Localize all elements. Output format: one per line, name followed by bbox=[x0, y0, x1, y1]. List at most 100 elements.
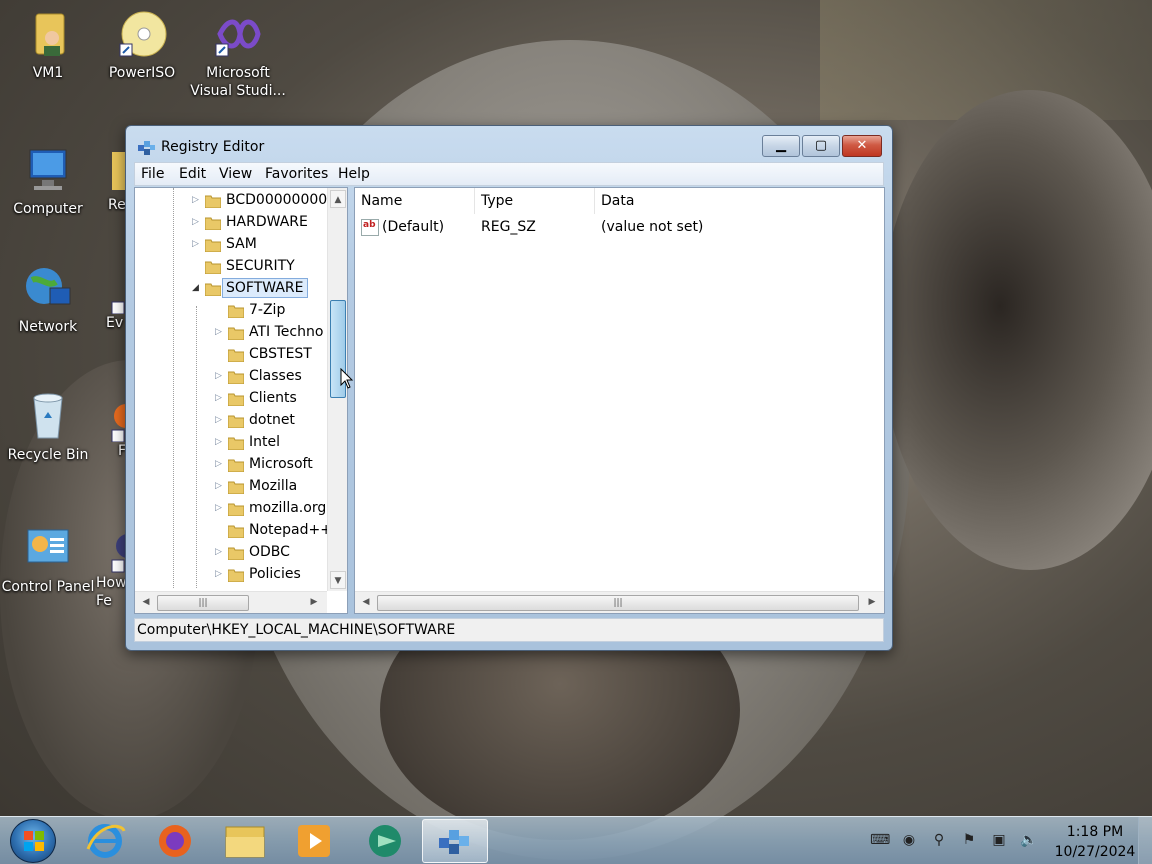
start-button[interactable] bbox=[10, 819, 56, 863]
clock-date: 10/27/2024 bbox=[1054, 844, 1136, 860]
tray-app-icon[interactable]: ◉ bbox=[900, 831, 918, 849]
minimize-button[interactable]: ▁ bbox=[762, 135, 800, 157]
list-hscroll-thumb[interactable]: ||| bbox=[377, 595, 859, 611]
taskbar-internet-explorer[interactable] bbox=[72, 819, 138, 863]
action-center-flag-icon[interactable]: ⚑ bbox=[960, 831, 978, 849]
media-player-icon bbox=[298, 825, 330, 857]
expand-arrow-icon[interactable]: ▷ bbox=[215, 547, 225, 559]
menu-view[interactable]: View bbox=[219, 166, 252, 182]
user-folder-icon bbox=[22, 8, 74, 60]
expand-arrow-icon[interactable]: ▷ bbox=[215, 459, 225, 471]
desktop-icon-vm1[interactable]: VM1 bbox=[0, 8, 96, 82]
folder-icon bbox=[227, 304, 245, 319]
volume-icon[interactable]: 🔈 bbox=[1020, 831, 1038, 849]
desktop-icon-f[interactable]: F bbox=[92, 390, 126, 460]
folder-icon bbox=[227, 502, 245, 517]
expand-arrow-icon[interactable]: ▷ bbox=[215, 503, 225, 515]
network-icon bbox=[22, 262, 74, 314]
taskbar-file-explorer[interactable] bbox=[212, 819, 278, 863]
desktop-icon-computer[interactable]: Computer bbox=[0, 144, 96, 218]
mouse-cursor-icon bbox=[340, 367, 354, 390]
value-row-default[interactable]: ab (Default) REG_SZ (value not set) bbox=[355, 216, 884, 240]
search-tool-icon[interactable]: ⚲ bbox=[930, 831, 948, 849]
expand-arrow-icon[interactable]: ▷ bbox=[192, 239, 202, 251]
desktop-icon-poweriso[interactable]: PowerISO bbox=[94, 8, 190, 82]
column-header-name[interactable]: Name bbox=[355, 188, 475, 214]
registry-editor-icon bbox=[439, 830, 469, 854]
string-value-icon: ab bbox=[361, 219, 379, 236]
windows-logo-icon bbox=[24, 831, 44, 851]
firefox-icon bbox=[159, 825, 191, 857]
file-explorer-icon bbox=[225, 826, 265, 858]
expand-arrow-icon[interactable]: ▷ bbox=[215, 437, 225, 449]
menu-bar: File Edit View Favorites Help bbox=[134, 162, 884, 186]
scroll-left-arrow-icon[interactable]: ◀ bbox=[357, 594, 375, 610]
collapse-arrow-icon[interactable]: ◢ bbox=[192, 283, 202, 295]
taskbar-registry-editor[interactable] bbox=[422, 819, 488, 863]
expand-arrow-icon[interactable]: ▷ bbox=[215, 481, 225, 493]
column-header-data[interactable]: Data bbox=[595, 188, 884, 214]
desktop-icon-network[interactable]: Network bbox=[0, 262, 96, 336]
menu-file[interactable]: File bbox=[141, 166, 164, 182]
scroll-right-arrow-icon[interactable]: ▶ bbox=[863, 594, 881, 610]
registry-editor-window[interactable]: Registry Editor ▁ ▢ ✕ File Edit View Fav… bbox=[125, 125, 893, 651]
value-type: REG_SZ bbox=[481, 219, 536, 235]
desktop-icon-how-fe[interactable]: How Fe bbox=[92, 522, 126, 610]
column-header-type[interactable]: Type bbox=[475, 188, 595, 214]
window-title: Registry Editor bbox=[161, 139, 265, 155]
desktop-icon-re[interactable]: Re bbox=[92, 144, 126, 214]
folder-icon bbox=[227, 546, 245, 561]
expand-arrow-icon[interactable]: ▷ bbox=[192, 217, 202, 229]
status-bar: Computer\HKEY_LOCAL_MACHINE\SOFTWARE bbox=[134, 618, 884, 642]
folder-icon bbox=[227, 568, 245, 583]
folder-icon bbox=[92, 144, 126, 196]
expand-arrow-icon[interactable]: ▷ bbox=[192, 195, 202, 207]
desktop-icon-control-panel[interactable]: Control Panel bbox=[0, 522, 96, 596]
scroll-up-arrow-icon[interactable]: ▲ bbox=[330, 190, 346, 208]
folder-icon bbox=[204, 260, 222, 275]
wallpaper-koala-ear bbox=[880, 90, 1152, 570]
folder-icon bbox=[204, 216, 222, 231]
scroll-left-arrow-icon[interactable]: ◀ bbox=[137, 594, 155, 610]
menu-favorites[interactable]: Favorites bbox=[265, 166, 328, 182]
folder-icon bbox=[227, 326, 245, 341]
taskbar-firefox[interactable] bbox=[142, 819, 208, 863]
registry-tree[interactable]: ▷ BCD00000000 ▷ HARDWARE ▷ SAM SECURITY … bbox=[134, 187, 348, 614]
tree-guide-line bbox=[173, 188, 174, 588]
list-horizontal-scrollbar[interactable]: ◀ ||| ▶ bbox=[355, 591, 884, 613]
expand-arrow-icon[interactable]: ▷ bbox=[215, 569, 225, 581]
clock[interactable]: 1:18 PM 10/27/2024 bbox=[1050, 822, 1140, 862]
expand-arrow-icon[interactable]: ▷ bbox=[215, 415, 225, 427]
menu-help[interactable]: Help bbox=[338, 166, 370, 182]
maximize-button[interactable]: ▢ bbox=[802, 135, 840, 157]
maximize-icon: ▢ bbox=[814, 138, 828, 153]
folder-icon bbox=[227, 458, 245, 473]
value-data: (value not set) bbox=[601, 219, 704, 235]
close-button[interactable]: ✕ bbox=[842, 135, 882, 157]
tree-horizontal-scrollbar[interactable]: ◀ ||| ▶ bbox=[135, 591, 327, 613]
desktop-icon-recycle-bin[interactable]: Recycle Bin bbox=[0, 390, 96, 464]
disc-icon bbox=[116, 8, 168, 60]
folder-icon bbox=[204, 238, 222, 253]
network-status-icon[interactable]: ▣ bbox=[990, 831, 1008, 849]
scroll-right-arrow-icon[interactable]: ▶ bbox=[305, 594, 323, 610]
expand-arrow-icon[interactable]: ▷ bbox=[215, 393, 225, 405]
taskbar-chat[interactable] bbox=[352, 819, 418, 863]
desktop-icon-visual-studio[interactable]: Microsoft Visual Studi... bbox=[190, 8, 286, 100]
keyboard-icon[interactable]: ⌨ bbox=[870, 831, 890, 849]
computer-icon bbox=[22, 144, 74, 196]
title-bar[interactable]: Registry Editor ▁ ▢ ✕ bbox=[126, 126, 892, 160]
registry-editor-icon bbox=[136, 137, 156, 157]
show-desktop-button[interactable] bbox=[1138, 817, 1152, 864]
taskbar-media-player[interactable] bbox=[282, 819, 348, 863]
shortcut-icon bbox=[92, 522, 126, 574]
desktop-icon-ev[interactable]: Ev bbox=[92, 262, 126, 332]
tree-hscroll-thumb[interactable]: ||| bbox=[157, 595, 249, 611]
scroll-down-arrow-icon[interactable]: ▼ bbox=[330, 571, 346, 589]
taskbar: ⌨ ◉ ⚲ ⚑ ▣ 🔈 1:18 PM 10/27/2024 bbox=[0, 816, 1152, 864]
registry-values-list[interactable]: Name Type Data ab (Default) REG_SZ (valu… bbox=[354, 187, 885, 614]
menu-edit[interactable]: Edit bbox=[179, 166, 206, 182]
shortcut-icon bbox=[92, 262, 126, 315]
expand-arrow-icon[interactable]: ▷ bbox=[215, 371, 225, 383]
expand-arrow-icon[interactable]: ▷ bbox=[215, 327, 225, 339]
